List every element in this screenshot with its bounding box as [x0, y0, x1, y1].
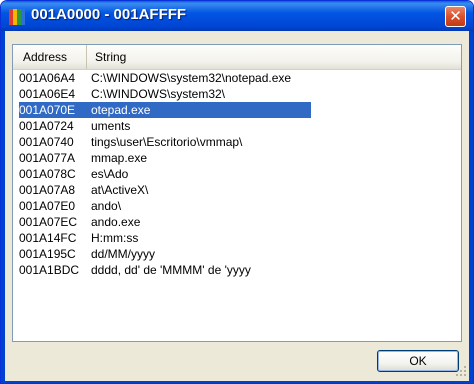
- row-address: 001A14FC: [19, 231, 77, 245]
- resize-grip-icon[interactable]: [455, 365, 467, 377]
- list-row[interactable]: 001A07E0 ando\: [13, 198, 461, 214]
- window-frame-left: [1, 31, 5, 383]
- icon-stripe: [21, 9, 25, 25]
- row-address: 001A0724: [19, 119, 74, 133]
- list-row[interactable]: 001A06A4 C:\WINDOWS\system32\notepad.exe: [13, 70, 461, 86]
- list-row[interactable]: 001A07EC ando.exe: [13, 214, 461, 230]
- list-row[interactable]: 001A14FC H:mm:ss: [13, 230, 461, 246]
- row-string: otepad.exe: [91, 103, 151, 117]
- title-bar[interactable]: 001A0000 - 001AFFFF ✕: [1, 1, 473, 31]
- row-address: 001A078C: [19, 167, 76, 181]
- row-address: 001A0740: [19, 135, 74, 149]
- close-button[interactable]: ✕: [445, 6, 466, 27]
- row-string: tings\user\Escritorio\vmmap\: [91, 135, 243, 149]
- row-address: 001A07E0: [19, 199, 76, 213]
- row-address: 001A195C: [19, 247, 76, 261]
- row-string: es\Ado: [91, 167, 129, 181]
- row-string: mmap.exe: [91, 151, 148, 165]
- list-row[interactable]: 001A06E4 C:\WINDOWS\system32\: [13, 86, 461, 102]
- list-row[interactable]: 001A0724 uments: [13, 118, 461, 134]
- row-string: C:\WINDOWS\system32\: [91, 87, 226, 101]
- list-row[interactable]: 001A07A8 at\ActiveX\: [13, 182, 461, 198]
- column-header-string[interactable]: String: [87, 45, 461, 69]
- row-address: 001A1BDC: [19, 263, 80, 277]
- row-address: 001A070E: [19, 103, 76, 117]
- row-address: 001A077A: [19, 151, 76, 165]
- window-title: 001A0000 - 001AFFFF: [31, 6, 187, 23]
- column-header-address[interactable]: Address: [13, 45, 87, 69]
- list-row[interactable]: 001A077A mmap.exe: [13, 150, 461, 166]
- row-string: C:\WINDOWS\system32\notepad.exe: [91, 71, 292, 85]
- row-string: at\ActiveX\: [91, 183, 149, 197]
- row-string: uments: [91, 119, 131, 133]
- list-rows: 001A06A4 C:\WINDOWS\system32\notepad.exe 0…: [13, 70, 461, 278]
- row-string: dddd, dd' de 'MMMM' de 'yyyy: [91, 263, 251, 277]
- row-string: ando.exe: [91, 215, 141, 229]
- ok-button[interactable]: OK: [377, 350, 459, 372]
- row-address: 001A07EC: [19, 215, 78, 229]
- row-string: H:mm:ss: [91, 231, 139, 245]
- colorful-bars-icon: [9, 9, 25, 25]
- list-header: Address String: [13, 45, 461, 70]
- list-row[interactable]: 001A0740 tings\user\Escritorio\vmmap\: [13, 134, 461, 150]
- list-row[interactable]: 001A195C dd/MM/yyyy: [13, 246, 461, 262]
- list-row[interactable]: 001A1BDC dddd, dd' de 'MMMM' de 'yyyy: [13, 262, 461, 278]
- row-string: dd/MM/yyyy: [91, 247, 156, 261]
- row-address: 001A06A4: [19, 71, 76, 85]
- row-string: ando\: [91, 199, 122, 213]
- list-row-selected[interactable]: 001A070E otepad.exe: [13, 102, 461, 118]
- string-list[interactable]: Address String 001A06A4 C:\WINDOWS\system…: [12, 44, 462, 342]
- row-address: 001A07A8: [19, 183, 76, 197]
- dialog-window: 001A0000 - 001AFFFF ✕ Address String 001…: [0, 0, 474, 384]
- row-address: 001A06E4: [19, 87, 76, 101]
- list-row[interactable]: 001A078C es\Ado: [13, 166, 461, 182]
- window-frame-right: [469, 31, 473, 383]
